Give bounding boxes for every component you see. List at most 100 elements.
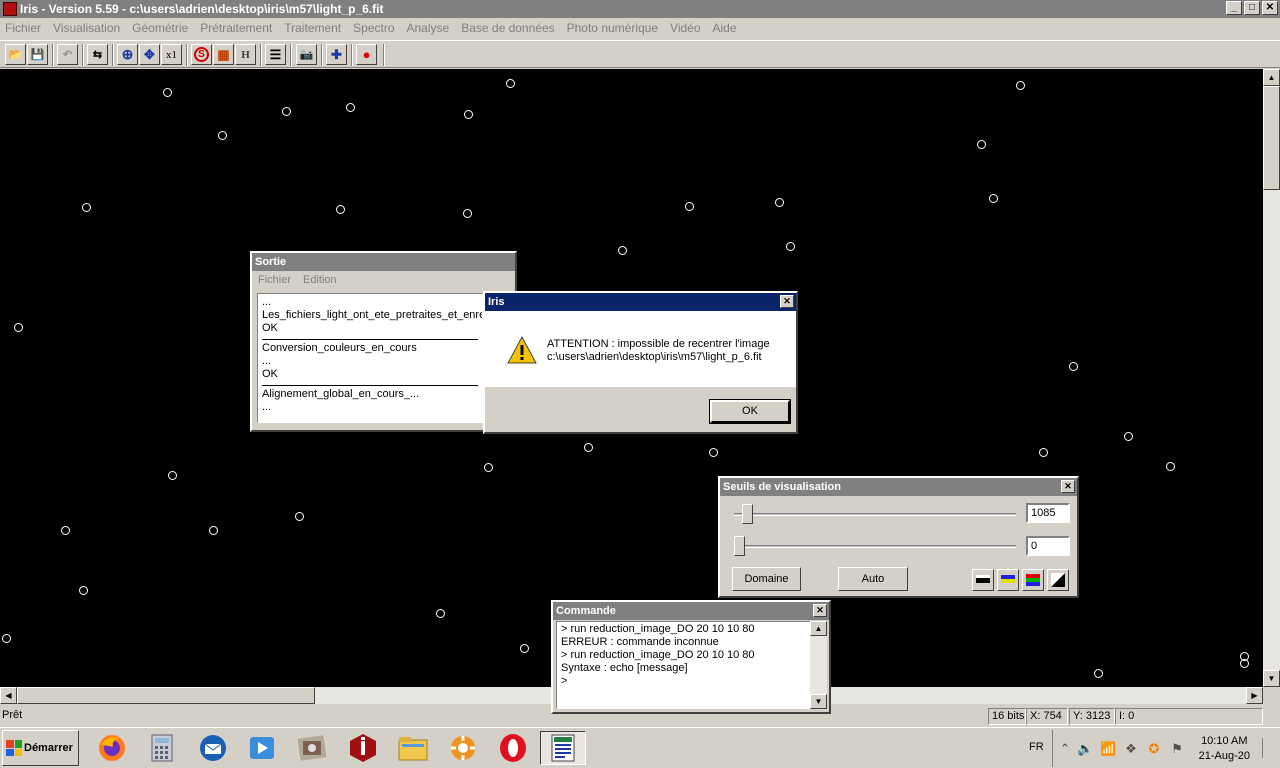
vertical-scroll-thumb[interactable] bbox=[1263, 86, 1280, 190]
star-marker bbox=[709, 448, 718, 457]
taskbar-iris-window[interactable] bbox=[540, 731, 586, 765]
menu-traitement[interactable]: Traitement bbox=[284, 21, 341, 35]
menu-analyse[interactable]: Analyse bbox=[407, 21, 450, 35]
menu-fichier[interactable]: Fichier bbox=[5, 21, 41, 35]
dropbox-icon[interactable]: ❖ bbox=[1123, 741, 1139, 757]
taskbar-file-explorer[interactable] bbox=[394, 731, 432, 765]
open-button[interactable]: 📂 bbox=[5, 44, 26, 65]
header-button[interactable]: H bbox=[235, 44, 256, 65]
stop-icon: S bbox=[194, 47, 209, 62]
taskbar-firefox[interactable] bbox=[93, 731, 131, 765]
network-icon[interactable]: 📶 bbox=[1100, 741, 1116, 757]
vertical-scrollbar[interactable]: ▲ ▼ bbox=[1263, 69, 1280, 687]
low-threshold-input[interactable]: 0 bbox=[1026, 536, 1070, 556]
star-marker bbox=[463, 209, 472, 218]
rgb-palette-button[interactable] bbox=[1022, 569, 1044, 591]
taskbar-iris[interactable] bbox=[344, 731, 382, 765]
domaine-button[interactable]: Domaine bbox=[732, 567, 801, 591]
action-center-flag-icon[interactable]: ⚑ bbox=[1169, 741, 1185, 757]
record-button[interactable]: ● bbox=[356, 44, 377, 65]
zoom-in-button[interactable]: ⊕ bbox=[117, 44, 138, 65]
sortie-menu-fichier[interactable]: Fichier bbox=[258, 274, 291, 286]
star-marker bbox=[1094, 669, 1103, 678]
palette-button[interactable]: ▦ bbox=[213, 44, 234, 65]
low-threshold-track[interactable] bbox=[734, 545, 1016, 548]
camera-button[interactable]: 📷 bbox=[296, 44, 317, 65]
star-marker bbox=[786, 242, 795, 251]
undo-button[interactable]: ↶ bbox=[57, 44, 78, 65]
negative-palette-button[interactable] bbox=[1047, 569, 1069, 591]
taskbar: Démarrer FR ⌃ 🔈 📶 ❖ ✪ ⚑ 10:10 AM 21-Aug-… bbox=[0, 727, 1280, 768]
seuils-close-button[interactable]: ✕ bbox=[1061, 480, 1075, 493]
sortie-log[interactable]: ... Les_fichiers_light_ont_ete_pretraite… bbox=[257, 293, 483, 423]
star-marker bbox=[346, 103, 355, 112]
toolbar-separator bbox=[290, 44, 292, 66]
toolbar-separator bbox=[351, 44, 353, 66]
dialog-close-button[interactable]: ✕ bbox=[780, 295, 794, 308]
log-line: ... bbox=[262, 401, 272, 413]
high-threshold-input[interactable]: 1085 bbox=[1026, 503, 1070, 523]
menu-photo-numerique[interactable]: Photo numérique bbox=[567, 21, 658, 35]
toolbar-separator bbox=[82, 44, 84, 66]
console-scroll-up[interactable]: ▲ bbox=[810, 621, 827, 636]
media-player-icon bbox=[250, 737, 274, 759]
close-button[interactable]: ✕ bbox=[1262, 1, 1278, 15]
high-threshold-track[interactable] bbox=[734, 513, 1016, 516]
save-button[interactable]: 💾 bbox=[27, 44, 48, 65]
center-button[interactable]: ✚ bbox=[326, 44, 347, 65]
avast-icon[interactable]: ✪ bbox=[1146, 741, 1162, 757]
commande-close-button[interactable]: ✕ bbox=[813, 604, 827, 617]
save-icon: 💾 bbox=[30, 49, 45, 61]
toolbar-separator bbox=[52, 44, 54, 66]
menu-aide[interactable]: Aide bbox=[713, 21, 737, 35]
scroll-down-button[interactable]: ▼ bbox=[1263, 670, 1280, 687]
minimize-button[interactable]: _ bbox=[1226, 1, 1242, 15]
sortie-menu-edition[interactable]: Edition bbox=[303, 274, 337, 286]
scroll-left-button[interactable]: ◀ bbox=[0, 687, 17, 704]
menu-geometrie[interactable]: Géométrie bbox=[132, 21, 188, 35]
taskbar-settings[interactable] bbox=[444, 731, 482, 765]
clock[interactable]: 10:10 AM 21-Aug-20 bbox=[1199, 734, 1250, 764]
move-button[interactable]: ✥ bbox=[139, 44, 160, 65]
menu-spectro[interactable]: Spectro bbox=[353, 21, 394, 35]
menu-pretraitement[interactable]: Prétraitement bbox=[200, 21, 272, 35]
menu-video[interactable]: Vidéo bbox=[670, 21, 700, 35]
dialog-message: ATTENTION : impossible de recentrer l'im… bbox=[547, 338, 770, 364]
blue-palette-button[interactable] bbox=[997, 569, 1019, 591]
log-line: ... bbox=[262, 355, 272, 367]
show-desktop-button[interactable] bbox=[1262, 738, 1276, 758]
levels-button[interactable]: ⇆ bbox=[87, 44, 108, 65]
scale-x1-button[interactable]: x1 bbox=[161, 44, 182, 65]
console-scroll-down[interactable]: ▼ bbox=[810, 694, 827, 709]
menu-base-de-donnees[interactable]: Base de données bbox=[461, 21, 554, 35]
camera-icon: 📷 bbox=[299, 49, 314, 61]
volume-icon[interactable]: 🔈 bbox=[1077, 741, 1093, 757]
start-button[interactable]: Démarrer bbox=[2, 730, 79, 766]
taskbar-sextractor[interactable] bbox=[294, 731, 332, 765]
auto-button[interactable]: Auto bbox=[838, 567, 908, 591]
gray-palette-button[interactable] bbox=[972, 569, 994, 591]
scroll-right-button[interactable]: ▶ bbox=[1246, 687, 1263, 704]
horizontal-scroll-thumb[interactable] bbox=[17, 687, 315, 704]
show-hidden-icons-icon[interactable]: ⌃ bbox=[1057, 741, 1073, 757]
high-threshold-slider[interactable] bbox=[742, 504, 754, 524]
star-marker bbox=[2, 634, 11, 643]
taskbar-media-player[interactable] bbox=[243, 731, 281, 765]
low-threshold-slider[interactable] bbox=[734, 536, 745, 556]
menu-visualisation[interactable]: Visualisation bbox=[53, 21, 120, 35]
scroll-up-button[interactable]: ▲ bbox=[1263, 69, 1280, 86]
stop-button[interactable]: S bbox=[191, 44, 212, 65]
command-console[interactable]: > run reduction_image_DO 20 10 10 80 ERR… bbox=[556, 621, 811, 709]
star-marker bbox=[168, 471, 177, 480]
console-scrollbar[interactable]: ▲ ▼ bbox=[810, 621, 827, 709]
list-button[interactable]: ☰ bbox=[265, 44, 286, 65]
taskbar-thunderbird[interactable] bbox=[194, 731, 232, 765]
seuils-title-text: Seuils de visualisation bbox=[723, 481, 841, 493]
language-indicator[interactable]: FR bbox=[1029, 741, 1044, 753]
star-marker bbox=[436, 609, 445, 618]
taskbar-opera[interactable] bbox=[494, 731, 532, 765]
ok-button[interactable]: OK bbox=[709, 399, 791, 424]
maximize-button[interactable]: □ bbox=[1244, 1, 1260, 15]
star-marker bbox=[82, 203, 91, 212]
taskbar-calculator[interactable] bbox=[143, 731, 181, 765]
